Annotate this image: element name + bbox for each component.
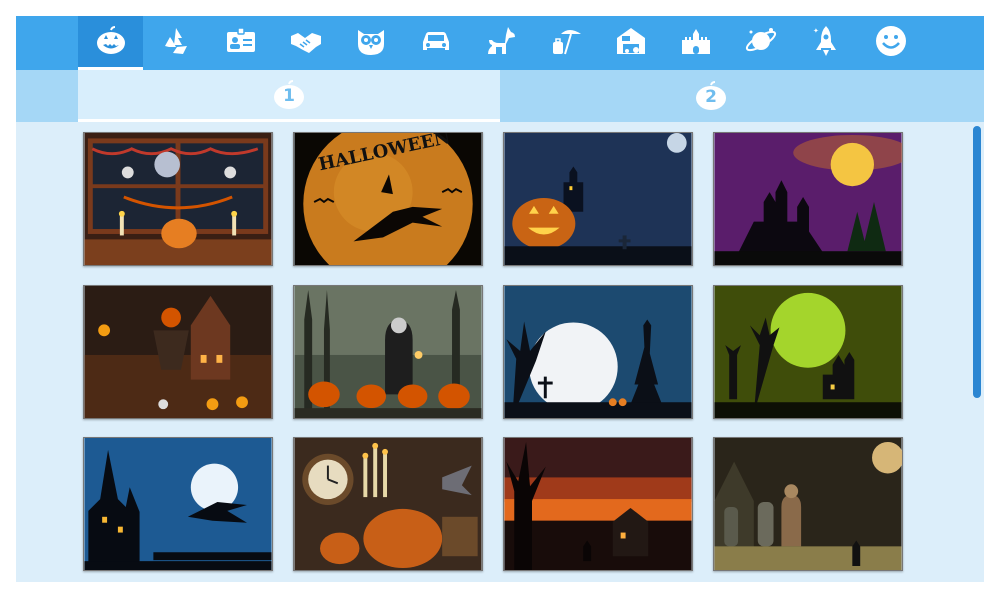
image-gallery: HALLOWEEN [16,122,984,582]
gallery-image-sunset-haunted-house[interactable] [503,437,693,571]
pets-icon [484,24,518,62]
svg-text:✦: ✦ [813,27,819,35]
car-icon [419,24,453,62]
witch-flying-moon-image: HALLOWEEN [294,133,482,265]
gallery-image-devil-green-moon[interactable] [713,285,903,419]
page-number: 2 [705,87,717,107]
gallery-image-halloween-party-room[interactable] [83,132,273,266]
tab-castles[interactable] [663,16,728,70]
beach-icon [549,24,583,62]
devil-green-moon-image [714,286,902,418]
recycle-icon [159,24,193,62]
gallery-image-scarecrow-haunted-house[interactable] [83,285,273,419]
handshake-icon [289,24,323,62]
sunset-haunted-house-image [504,438,692,570]
tab-farm[interactable] [598,16,663,70]
tab-space[interactable] [728,16,793,70]
space-planet-icon [744,24,778,62]
gallery-image-castle-purple-moon[interactable] [713,132,903,266]
moon-graveyard-tree-image [504,286,692,418]
owl-icon [354,24,388,62]
page-badge: 2 [694,79,728,113]
halloween-party-room-image [84,133,272,265]
id-card-icon [224,24,258,62]
tab-halloween[interactable] [78,16,143,70]
page-number: 1 [283,85,295,106]
page-tab-bar: 1 2 [16,70,984,122]
tab-vacation[interactable] [533,16,598,70]
tab-animals[interactable] [338,16,403,70]
tab-rockets[interactable]: ✦ [793,16,858,70]
page-badge: 1 [272,78,306,112]
witch-blue-moon-castle-image [84,438,272,570]
zombie-graveyard-moon-image [714,438,902,570]
farm-barn-icon [614,24,648,62]
pumpkin-icon [94,24,128,62]
gallery-image-jack-o-lantern-castle[interactable] [503,132,693,266]
tab-recycle[interactable] [143,16,208,70]
castle-icon [679,24,713,62]
clock-candles-pumpkin-image [294,438,482,570]
app-window: ✦ 1 2 HALLOWEEN [16,16,984,582]
haunted-castle-purple-moon-image [714,133,902,265]
gallery-image-nun-pumpkins[interactable] [293,285,483,419]
scrollbar-thumb[interactable] [973,126,981,398]
smiley-icon [874,24,908,62]
gallery-image-moon-graveyard[interactable] [503,285,693,419]
tab-emotions[interactable] [858,16,923,70]
nun-pumpkins-forest-image [294,286,482,418]
jack-o-lantern-castle-image [504,133,692,265]
tab-relationships[interactable] [273,16,338,70]
gallery-image-zombie-graveyard[interactable] [713,437,903,571]
gallery-image-clock-candles-pumpkin[interactable] [293,437,483,571]
tab-vehicles[interactable] [403,16,468,70]
gallery-image-witch-moon[interactable]: HALLOWEEN [293,132,483,266]
page-tab-1[interactable]: 1 [78,70,500,122]
scarecrow-haunted-house-image [84,286,272,418]
gallery-image-witch-blue-moon[interactable] [83,437,273,571]
tab-jobs[interactable] [208,16,273,70]
category-tab-bar: ✦ [16,16,984,70]
rocket-icon: ✦ [809,24,843,62]
page-tab-2[interactable]: 2 [500,70,922,122]
tab-pets[interactable] [468,16,533,70]
